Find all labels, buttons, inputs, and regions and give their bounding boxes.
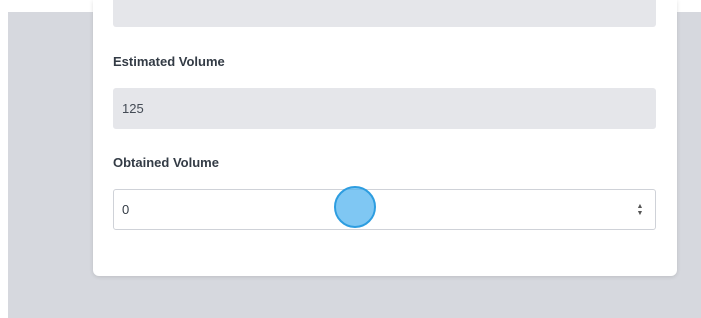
- form-card: Estimated Volume 125 Obtained Volume 0 ▲…: [93, 0, 677, 276]
- cursor-indicator: [334, 186, 376, 228]
- obtained-volume-input[interactable]: 0 ▲ ▼: [113, 189, 656, 230]
- obtained-volume-label: Obtained Volume: [113, 155, 219, 170]
- stepper-down-icon[interactable]: ▼: [637, 210, 644, 217]
- quantity-stepper[interactable]: ▲ ▼: [633, 203, 647, 217]
- estimated-volume-field: 125: [113, 88, 656, 129]
- previous-field: [113, 0, 656, 27]
- estimated-volume-label: Estimated Volume: [113, 54, 225, 69]
- stepper-up-icon[interactable]: ▲: [637, 203, 644, 210]
- estimated-volume-value: 125: [122, 101, 144, 116]
